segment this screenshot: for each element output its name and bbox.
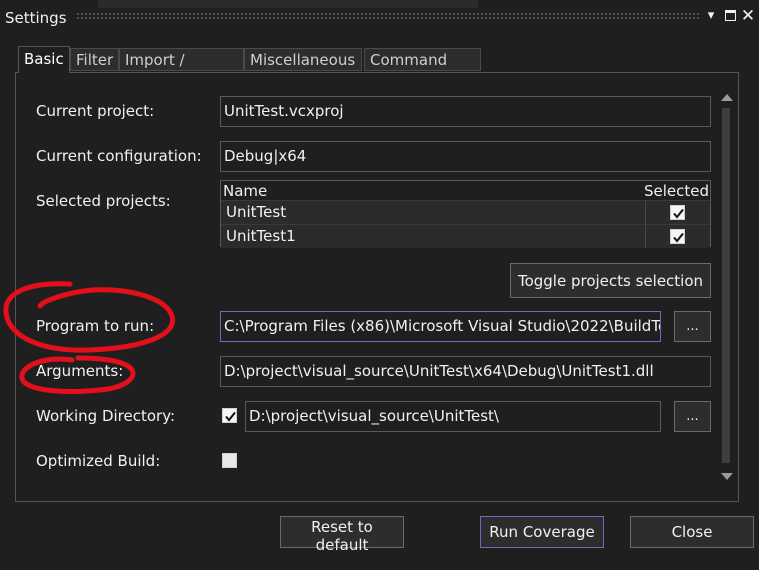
tab-basic[interactable]: Basic (18, 46, 70, 73)
grid-header-name[interactable]: Name (223, 182, 267, 200)
title-bar: Settings ▾ ✕ (0, 0, 759, 36)
program-browse-button[interactable]: ... (674, 311, 711, 342)
working-directory-browse-button[interactable]: ... (674, 401, 711, 432)
scroll-up-icon[interactable] (721, 94, 733, 101)
run-coverage-button[interactable]: Run Coverage (480, 516, 604, 548)
program-to-run-field[interactable]: C:\Program Files (x86)\Microsoft Visual … (220, 311, 661, 342)
tab-miscellaneous[interactable]: Miscellaneous (244, 48, 362, 71)
current-configuration-label: Current configuration: (36, 147, 202, 165)
selected-projects-grid: Name Selected UnitTest UnitTest1 (220, 180, 711, 248)
column-divider (645, 201, 646, 224)
current-project-label: Current project: (36, 102, 155, 120)
close-icon[interactable]: ✕ (740, 8, 756, 25)
table-row[interactable]: UnitTest1 (221, 224, 710, 248)
tab-filter[interactable]: Filter (70, 48, 119, 71)
grid-header: Name Selected (221, 181, 710, 200)
working-directory-checkbox[interactable] (222, 408, 237, 423)
column-divider (645, 225, 646, 248)
project-selected-checkbox[interactable] (670, 229, 685, 244)
tab-command-line[interactable]: Command line (364, 48, 481, 91)
selected-projects-label: Selected projects: (36, 192, 171, 210)
project-name: UnitTest1 (226, 227, 296, 245)
working-directory-field[interactable]: D:\project\visual_source\UnitTest\ (245, 401, 661, 432)
arguments-label: Arguments: (36, 362, 124, 380)
project-name: UnitTest (226, 203, 287, 221)
toggle-projects-selection-button[interactable]: Toggle projects selection (510, 263, 711, 298)
arguments-field[interactable]: D:\project\visual_source\UnitTest\x64\De… (220, 356, 711, 387)
project-selected-checkbox[interactable] (670, 205, 685, 220)
dropdown-icon[interactable]: ▾ (703, 8, 719, 24)
grid-header-selected[interactable]: Selected (644, 182, 709, 200)
optimized-build-checkbox[interactable] (222, 453, 237, 468)
tab-import-export[interactable]: Import / Export (119, 48, 244, 91)
close-button[interactable]: Close (630, 516, 754, 548)
title-bar-background (98, 0, 478, 8)
title-bar-grip[interactable] (76, 12, 699, 21)
scrollbar-thumb[interactable] (722, 108, 730, 463)
program-to-run-label: Program to run: (36, 317, 155, 335)
maximize-icon[interactable] (722, 8, 738, 24)
panel-scrollbar[interactable] (716, 88, 736, 488)
scroll-down-icon[interactable] (721, 473, 733, 480)
optimized-build-label: Optimized Build: (36, 452, 161, 470)
current-project-field[interactable]: UnitTest.vcxproj (220, 96, 711, 127)
reset-to-default-button[interactable]: Reset to default (280, 516, 404, 554)
table-row[interactable]: UnitTest (221, 200, 710, 224)
working-directory-label: Working Directory: (36, 407, 176, 425)
current-configuration-field[interactable]: Debug|x64 (220, 141, 711, 172)
window-title: Settings (5, 9, 67, 27)
